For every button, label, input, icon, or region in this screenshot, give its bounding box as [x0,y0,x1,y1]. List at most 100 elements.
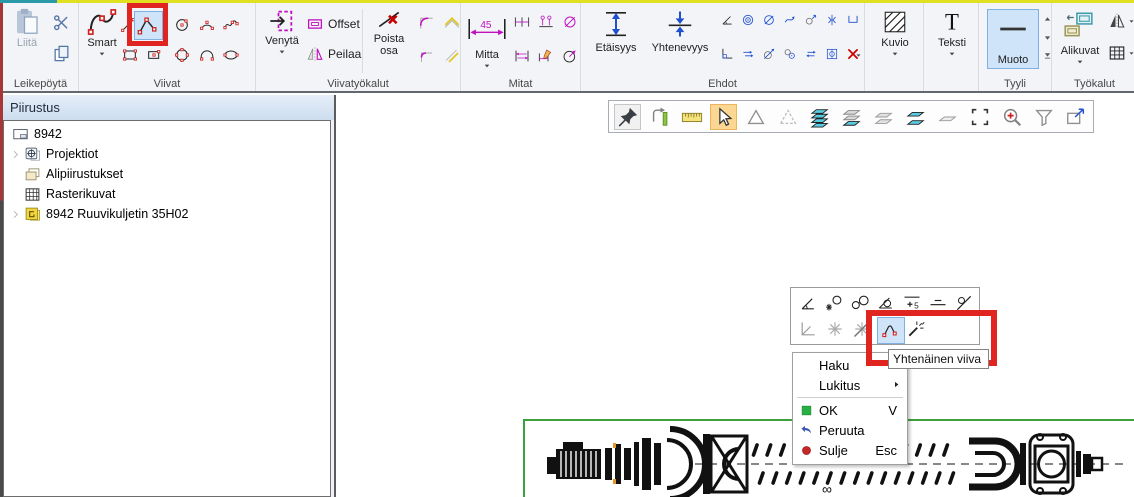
ribbon: Liitä Leikepöytä Smart Viivat Veny [3,3,1134,93]
chevron-right-icon[interactable] [8,149,22,160]
dim-chain-icon-button[interactable] [511,11,533,33]
chevron-right-icon[interactable] [8,209,22,220]
remove-part-label: Poista osa [367,33,411,57]
diameter-constraint-icon-button[interactable] [759,9,779,31]
angle-snap-button[interactable] [796,291,820,315]
layer-single-button[interactable] [934,104,961,130]
menu-item-peruuta[interactable]: Peruuta [793,420,907,440]
triangle-dashed-button[interactable] [774,104,801,130]
concentric [741,13,755,27]
curve-icon-button[interactable] [220,14,242,36]
subviews-button[interactable]: Alikuvat [1052,45,1108,73]
ellipse-icon-button[interactable] [220,44,242,66]
mirror-button[interactable]: Peilaa [306,45,361,63]
menu-item-shortcut: V [888,403,907,418]
scissors-icon [52,14,71,33]
tree-item-8942-ruuvikuljetin-35h02[interactable]: 8942 Ruuvikuljetin 35H02 [4,204,188,224]
layers-two-button[interactable] [902,104,929,130]
opposite-icon-button[interactable] [801,43,821,65]
distance-button[interactable]: Etäisyys [587,7,645,69]
rectangle-icon-button[interactable] [119,44,141,66]
angle-constraint-icon-button[interactable] [717,9,737,31]
panel-title: Piirustus [3,95,334,120]
offset-button[interactable]: Offset [306,15,360,33]
equal-icon-button[interactable] [780,43,800,65]
dim-diameter [562,14,578,30]
cut-button[interactable] [49,11,73,35]
rotate-button[interactable] [646,104,673,130]
mirror-tool-button[interactable] [1106,11,1128,31]
opposite [804,47,818,61]
paste-button[interactable]: Liitä [8,7,46,73]
ruler-button[interactable] [678,104,705,130]
dim-radius [562,48,578,64]
dim-edit-icon-button[interactable] [535,45,557,67]
text-label: Teksti [938,37,966,49]
parallel-icon-button[interactable] [738,43,758,65]
filter-button[interactable] [1030,104,1057,130]
scale-view-button[interactable] [1062,104,1089,130]
tree-item-label: Rasterikuvat [46,187,115,201]
drawing-tree: 8942 ProjektiotAlipiirustukset Rasterikuva… [3,120,331,497]
copy-button[interactable] [49,41,73,65]
tangent [762,47,776,61]
subviews-icon-button[interactable] [1060,7,1096,43]
shape-style-button[interactable]: Muoto [987,9,1039,69]
smart-tool-button[interactable]: Smart [83,7,121,73]
text-icon: T [939,9,965,35]
menu-item-sulje[interactable]: SuljeEsc [793,440,907,460]
fix-icon-button[interactable] [822,43,842,65]
symmetric-icon-button[interactable] [822,9,842,31]
triangle-button[interactable] [742,104,769,130]
layers-all-button[interactable] [806,104,833,130]
fillet2-icon-button[interactable] [414,43,438,69]
triangle-down-bar-icon [1043,51,1052,60]
layers-mixed-button[interactable] [838,104,865,130]
zoom-in-button[interactable] [998,104,1025,130]
group-label-clipboard: Leikepöytä [3,78,78,90]
perpendicular-icon-button[interactable] [717,43,737,65]
coincidence-label: Yhtenevyys [652,42,709,54]
dim-radius-icon-button[interactable] [559,45,581,67]
mirror-constraint-icon-button[interactable] [801,9,821,31]
tree-item-label: 8942 [34,127,62,141]
dim-ordinate-icon-button[interactable] [535,11,557,33]
coincidence-button[interactable]: Yhtenevyys [647,7,713,69]
stretch-button[interactable]: Venytä [261,7,303,73]
group-label-lines: Viivat [79,78,255,90]
mirror-tool-caret[interactable] [1126,15,1134,27]
menu-item-ok[interactable]: OKV [793,400,907,420]
curve-constraint-icon-button[interactable] [780,9,800,31]
arc2-icon-button[interactable] [196,44,218,66]
snap-star-button[interactable] [823,317,847,341]
menu-item-label: Lukitus [819,378,892,393]
tree-item-alipiirustukset[interactable]: Alipiirustukset [4,164,123,184]
rectangle2-icon-button[interactable] [143,44,165,66]
grid-tool-caret[interactable] [1126,47,1134,59]
circle2-icon-button[interactable] [171,44,193,66]
tree-item-rasterikuvat[interactable]: Rasterikuvat [4,184,115,204]
point-circle-button[interactable] [822,291,846,315]
tree-item-projektiot[interactable]: Projektiot [4,144,98,164]
pattern-button[interactable]: Kuvio [873,9,917,73]
delete-constraint-caret[interactable] [853,49,863,61]
dim-diameter-icon-button[interactable] [559,11,581,33]
tree-item-8942[interactable]: 8942 [4,124,62,144]
fillet-icon-button[interactable] [414,9,438,35]
text-button[interactable]: T Teksti [932,9,972,73]
dim-baseline-icon-button[interactable] [511,45,533,67]
corner-snap-button[interactable] [796,317,820,341]
tangent-icon-button[interactable] [759,43,779,65]
grid-tool-button[interactable] [1106,43,1128,63]
pin-button[interactable] [614,104,641,130]
layers-gray-button[interactable] [870,104,897,130]
flush-icon-button[interactable] [843,9,863,31]
remove-part-button[interactable]: Poista osa [366,7,412,73]
selection-frame-button[interactable] [966,104,993,130]
select-cursor-button[interactable] [710,104,737,130]
concentric-icon-button[interactable] [738,9,758,31]
arc-icon-button[interactable] [196,14,218,36]
dimension-button[interactable]: 45 Mitta [465,9,509,73]
circle-icon-button[interactable] [171,14,193,36]
menu-item-lukitus[interactable]: Lukitus [793,375,907,395]
